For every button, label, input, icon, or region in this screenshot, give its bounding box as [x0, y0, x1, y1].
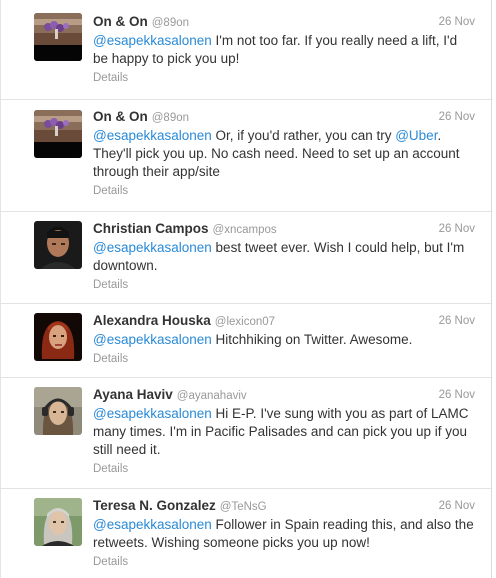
- tweet-username[interactable]: @xncampos: [213, 224, 277, 236]
- mention-link[interactable]: @esapekkasalonen: [93, 406, 212, 421]
- tweet-fullname[interactable]: On & On: [93, 14, 148, 29]
- tweet-item[interactable]: Ayana Haviv @ayanahaviv 26 Nov @esapekkas…: [1, 378, 491, 489]
- mention-link[interactable]: @esapekkasalonen: [93, 240, 212, 255]
- avatar[interactable]: [34, 110, 82, 158]
- tweet-text: @esapekkasalonen I'm not too far. If you…: [93, 32, 475, 68]
- details-link[interactable]: Details: [93, 183, 128, 199]
- mention-link[interactable]: @Uber: [395, 128, 437, 143]
- tweet-fullname[interactable]: Alexandra Houska: [93, 313, 211, 328]
- mention-link[interactable]: @esapekkasalonen: [93, 33, 212, 48]
- tweet-feed: On & On @89on 26 Nov @esapekkasalonen I'm…: [0, 0, 492, 578]
- tweet-timestamp[interactable]: 26 Nov: [439, 497, 475, 515]
- tweet-text: @esapekkasalonen Follower in Spain readi…: [93, 516, 475, 552]
- avatar[interactable]: [34, 498, 82, 546]
- woman-red-hair-photo-icon: [34, 313, 82, 361]
- avatar[interactable]: [34, 13, 82, 61]
- tweet-username[interactable]: @TeNsG: [220, 501, 267, 513]
- tweet-timestamp[interactable]: 26 Nov: [439, 312, 475, 330]
- tweet-text: @esapekkasalonen best tweet ever. Wish I…: [93, 239, 475, 275]
- tweet-item[interactable]: Teresa N. Gonzalez @TeNsG 26 Nov @esapekk…: [1, 489, 491, 578]
- avatar[interactable]: [34, 387, 82, 435]
- avatar[interactable]: [34, 221, 82, 269]
- purple-flowers-table-photo-icon: [34, 13, 82, 61]
- tweet-username[interactable]: @89on: [152, 112, 189, 124]
- tweet-text-segment: Hitchhiking on Twitter. Awesome.: [211, 332, 413, 347]
- tweet-fullname[interactable]: Teresa N. Gonzalez: [93, 498, 216, 513]
- tweet-text: @esapekkasalonen Hitchhiking on Twitter.…: [93, 331, 475, 349]
- tweet-item[interactable]: On & On @89on 26 Nov @esapekkasalonen I'm…: [1, 0, 491, 100]
- tweet-text-segment: Or, if you'd rather, you can try: [211, 128, 396, 143]
- tweet-timestamp[interactable]: 26 Nov: [439, 108, 475, 126]
- details-link[interactable]: Details: [93, 554, 128, 570]
- details-link[interactable]: Details: [93, 461, 128, 477]
- details-link[interactable]: Details: [93, 70, 128, 86]
- tweet-fullname[interactable]: Ayana Haviv: [93, 387, 173, 402]
- mention-link[interactable]: @esapekkasalonen: [93, 128, 212, 143]
- tweet-item[interactable]: Christian Campos @xncampos 26 Nov @esapek…: [1, 212, 491, 304]
- details-link[interactable]: Details: [93, 277, 128, 293]
- tweet-item[interactable]: Alexandra Houska @lexicon07 26 Nov @esape…: [1, 304, 491, 378]
- woman-headphones-photo-icon: [34, 387, 82, 435]
- avatar[interactable]: [34, 313, 82, 361]
- woman-gray-hair-photo-icon: [34, 498, 82, 546]
- tweet-timestamp[interactable]: 26 Nov: [439, 220, 475, 238]
- tweet-text: @esapekkasalonen Or, if you'd rather, yo…: [93, 127, 475, 181]
- man-portrait-photo-icon: [34, 221, 82, 269]
- tweet-username[interactable]: @89on: [152, 17, 189, 29]
- purple-flowers-table-photo-icon: [34, 110, 82, 158]
- tweet-username[interactable]: @ayanahaviv: [177, 390, 247, 402]
- tweet-fullname[interactable]: Christian Campos: [93, 221, 209, 236]
- mention-link[interactable]: @esapekkasalonen: [93, 332, 212, 347]
- tweet-timestamp[interactable]: 26 Nov: [439, 13, 475, 31]
- tweet-username[interactable]: @lexicon07: [215, 316, 275, 328]
- tweet-fullname[interactable]: On & On: [93, 109, 148, 124]
- details-link[interactable]: Details: [93, 351, 128, 367]
- mention-link[interactable]: @esapekkasalonen: [93, 517, 212, 532]
- tweet-text: @esapekkasalonen Hi E-P. I've sung with …: [93, 405, 475, 459]
- tweet-item[interactable]: On & On @89on 26 Nov @esapekkasalonen Or,…: [1, 100, 491, 212]
- tweet-timestamp[interactable]: 26 Nov: [439, 386, 475, 404]
